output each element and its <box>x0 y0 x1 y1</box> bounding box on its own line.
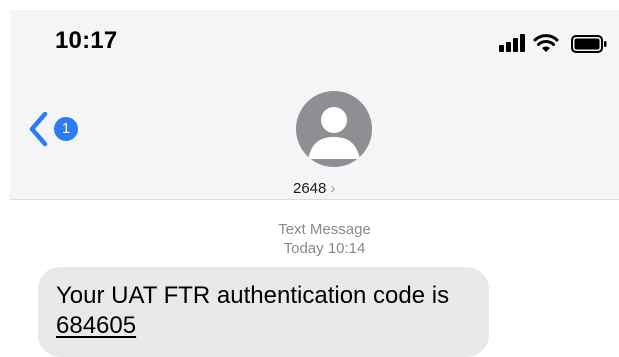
message-body: Your UAT FTR authentication code is 6846… <box>56 281 476 341</box>
battery-icon <box>571 35 607 53</box>
chevron-right-icon: › <box>330 180 336 197</box>
cellular-signal-icon <box>499 34 525 52</box>
unread-badge: 1 <box>54 117 78 141</box>
message-text: Your UAT FTR authentication code is <box>56 282 450 309</box>
contact-name: 2648 <box>293 180 327 197</box>
navigation-header: 10:17 1 2648 › <box>10 10 619 200</box>
status-time: 10:17 <box>55 27 118 54</box>
status-icons <box>499 33 609 53</box>
back-button[interactable]: 1 <box>28 111 98 147</box>
authentication-code-link[interactable]: 684605 <box>56 311 136 341</box>
contact-name-button[interactable]: 2648 › <box>293 180 335 200</box>
message-bubble[interactable]: Your UAT FTR authentication code is 6846… <box>38 267 489 357</box>
person-silhouette-icon <box>296 91 372 167</box>
message-timestamp: Today 10:14 <box>283 240 366 257</box>
avatar[interactable] <box>296 91 372 167</box>
chevron-left-icon <box>29 111 48 147</box>
wifi-icon <box>533 34 559 52</box>
message-type-label: Text Message <box>278 221 371 238</box>
